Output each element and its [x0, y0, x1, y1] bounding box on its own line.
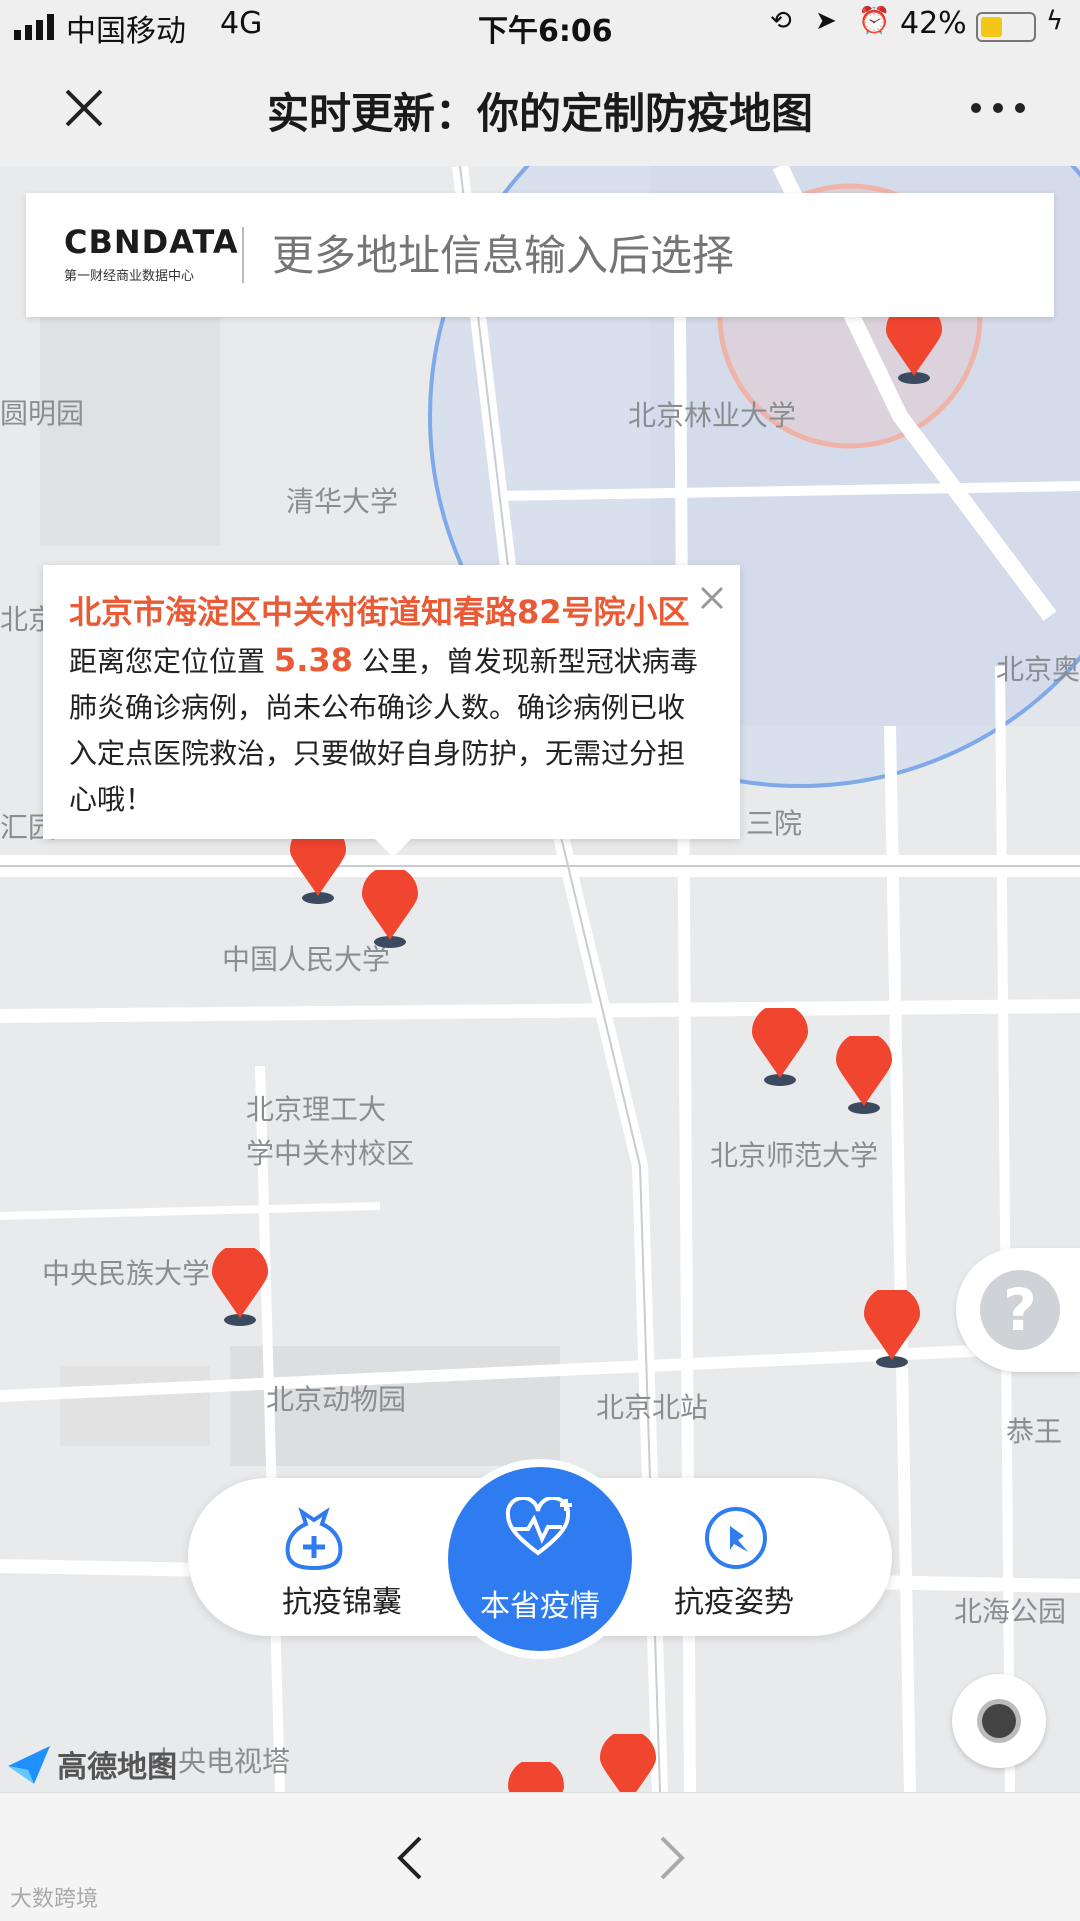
popup-distance: 5.38: [273, 641, 353, 679]
nav-item-label[interactable]: 抗疫姿势: [674, 1577, 794, 1621]
popup-address: 北京市海淀区中关村街道知春路82号院小区: [69, 593, 690, 631]
case-marker[interactable]: [210, 1248, 270, 1328]
divider: [242, 227, 244, 283]
amap-logo-text: 高德地图: [57, 1750, 178, 1785]
pouch-cross-icon: [285, 1507, 343, 1571]
battery-icon: [976, 12, 1036, 42]
more-icon[interactable]: [970, 102, 1026, 114]
forward-icon[interactable]: [658, 1835, 686, 1881]
case-marker[interactable]: [506, 1762, 566, 1792]
case-marker[interactable]: [598, 1734, 658, 1792]
nav-bar: 实时更新：你的定制防疫地图: [0, 52, 1080, 166]
nav-item-province[interactable]: 本省疫情: [448, 1467, 632, 1651]
nav-item-tips[interactable]: [282, 1506, 346, 1574]
network-label: 4G: [220, 6, 263, 41]
nav-item-label: 本省疫情: [480, 1589, 600, 1624]
time-label: 下午6:06: [478, 14, 613, 49]
heart-pulse-icon: [505, 1497, 572, 1556]
map-label: 学中关村校区: [246, 1137, 415, 1170]
nav-item-posture[interactable]: [704, 1506, 768, 1574]
carrier-label: 中国移动: [66, 14, 186, 49]
map-label: 北京师范大学: [710, 1139, 879, 1172]
map-label: 清华大学: [286, 485, 399, 518]
case-marker[interactable]: [834, 1036, 894, 1116]
pin-icon: [705, 1507, 767, 1569]
search-bar[interactable]: CBNDATA 第一财经商业数据中心: [26, 193, 1054, 317]
status-bar: 中国移动 4G 下午6:06 ⟲ ➤ ⏰ 42% ϟ: [0, 0, 1080, 52]
question-icon: ?: [980, 1270, 1060, 1350]
map-label: 北京林业大学: [628, 399, 797, 432]
locate-icon: [982, 1704, 1016, 1738]
locate-button[interactable]: [952, 1674, 1046, 1768]
page-title: 实时更新：你的定制防疫地图: [266, 89, 813, 138]
map-label: 圆明园: [0, 397, 85, 430]
back-icon[interactable]: [396, 1835, 424, 1881]
help-button[interactable]: ?: [956, 1248, 1080, 1372]
map-label: 北京北站: [596, 1391, 709, 1424]
popup-pointer: [373, 837, 413, 857]
map-label: 北京动物园: [266, 1383, 407, 1416]
amap-logo: 高德地图: [6, 1742, 177, 1786]
battery-percent: 42%: [900, 6, 967, 41]
charging-icon: ϟ: [1046, 6, 1064, 36]
cbndata-logo-subtitle: 第一财经商业数据中心: [64, 269, 195, 284]
orientation-lock-icon: ⟲: [770, 6, 792, 36]
map-label: 恭王: [1006, 1415, 1063, 1448]
alarm-icon: ⏰: [858, 6, 891, 36]
map-label: 北京理工大: [246, 1093, 387, 1126]
popup-distance-prefix: 距离您定位位置: [69, 645, 266, 678]
case-marker[interactable]: [750, 1008, 810, 1088]
location-icon: ➤: [815, 6, 837, 36]
signal-icon: [14, 14, 54, 40]
popup-text: 北京市海淀区中关村街道知春路82号院小区 距离您定位位置 5.38 公里，曾发现…: [69, 589, 709, 823]
map-label: 中央民族大学: [42, 1257, 211, 1290]
cbndata-logo: CBNDATA: [64, 223, 239, 261]
browser-toolbar: 大数跨境: [0, 1792, 1080, 1921]
nav-item-label[interactable]: 抗疫锦囊: [282, 1577, 402, 1621]
case-marker[interactable]: [360, 870, 420, 950]
case-marker[interactable]: [884, 306, 944, 386]
map-label: 三院: [746, 807, 803, 840]
case-info-popup: 北京市海淀区中关村街道知春路82号院小区 距离您定位位置 5.38 公里，曾发现…: [43, 565, 740, 857]
battery-fill: [981, 17, 1002, 37]
case-marker[interactable]: [862, 1290, 922, 1370]
watermark: 大数跨境: [10, 1887, 99, 1912]
address-search-input[interactable]: [270, 221, 1034, 289]
map-label: 北海公园: [954, 1595, 1067, 1628]
amap-logo-icon: [8, 1746, 50, 1784]
map-label: 北京奥: [996, 653, 1080, 686]
